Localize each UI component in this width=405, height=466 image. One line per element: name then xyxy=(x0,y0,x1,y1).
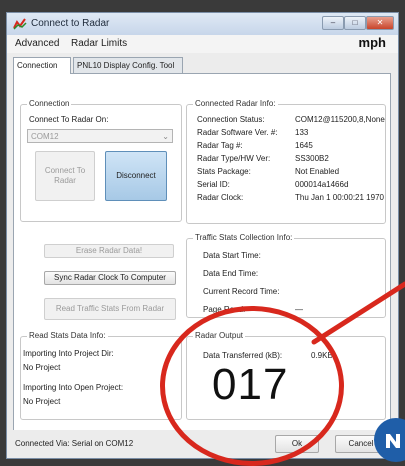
info-value: COM12@115200,8,None xyxy=(295,115,385,124)
menu-advanced[interactable]: Advanced xyxy=(15,38,59,49)
connection-group-label: Connection xyxy=(27,99,72,108)
status-bar: Connected Via: Serial on COM12 Ok Cancel xyxy=(7,430,398,458)
traffic-group-label: Traffic Stats Collection Info: xyxy=(193,233,295,242)
radar-output-label: Radar Output xyxy=(193,331,246,340)
info-label: Radar Tag #: xyxy=(197,141,243,150)
chevron-down-icon: ⌄ xyxy=(162,132,169,141)
tab-pnl10-display-config[interactable]: PNL10 Display Config. Tool xyxy=(73,57,183,73)
traffic-label: Data End Time: xyxy=(203,269,259,278)
maximize-button[interactable]: □ xyxy=(344,16,366,30)
importing-dir-label: Importing Into Project Dir: xyxy=(23,349,114,358)
radar-info-group-label: Connected Radar Info: xyxy=(193,99,278,108)
connect-to-radar-button[interactable]: Connect To Radar xyxy=(35,151,95,201)
connected-via-label: Connected Via: Serial on COM12 xyxy=(15,439,134,448)
title-bar: Connect to Radar – □ ✕ xyxy=(7,13,398,35)
units-label: mph xyxy=(358,35,386,50)
menu-radar-limits[interactable]: Radar Limits xyxy=(71,38,127,49)
port-select-value: COM12 xyxy=(31,132,59,141)
info-value: 133 xyxy=(295,128,309,137)
info-label: Serial ID: xyxy=(197,180,230,189)
info-value: Not Enabled xyxy=(295,167,340,176)
window-title: Connect to Radar xyxy=(31,18,110,29)
connected-radar-info-group: Connected Radar Info: Connection Status:… xyxy=(186,99,386,224)
data-transferred-label: Data Transferred (kB): xyxy=(203,351,283,360)
traffic-stats-group: Traffic Stats Collection Info: Data Star… xyxy=(186,233,386,318)
traffic-label: Current Record Time: xyxy=(203,287,280,296)
ok-button[interactable]: Ok xyxy=(275,435,319,453)
info-value: SS300B2 xyxy=(295,154,329,163)
radar-output-count: 017 xyxy=(212,360,289,409)
traffic-label: Data Start Time: xyxy=(203,251,261,260)
info-label: Radar Type/HW Ver: xyxy=(197,154,271,163)
port-select[interactable]: COM12 ⌄ xyxy=(27,129,173,143)
info-label: Connection Status: xyxy=(197,115,265,124)
tab-connection[interactable]: Connection xyxy=(13,57,71,74)
info-value: 1645 xyxy=(295,141,313,150)
minimize-button[interactable]: – xyxy=(322,16,344,30)
importing-open-value: No Project xyxy=(23,397,61,406)
info-value: Thu Jan 1 00:00:21 1970 xyxy=(295,193,384,202)
read-stats-group-label: Read Stats Data Info: xyxy=(27,331,108,340)
info-label: Radar Clock: xyxy=(197,193,244,202)
info-value: 000014a1466d xyxy=(295,180,349,189)
sync-radar-clock-button[interactable]: Sync Radar Clock To Computer xyxy=(44,271,176,285)
read-stats-data-group: Read Stats Data Info: Importing Into Pro… xyxy=(20,331,182,420)
menu-bar: Advanced Radar Limits xyxy=(7,35,398,53)
connection-tab-panel: Connection Connect To Radar On: COM12 ⌄ … xyxy=(13,73,391,431)
importing-dir-value: No Project xyxy=(23,363,61,372)
traffic-value: — xyxy=(295,305,303,314)
app-icon xyxy=(13,18,27,30)
disconnect-button[interactable]: Disconnect xyxy=(105,151,167,201)
info-label: Radar Software Ver. #: xyxy=(197,128,278,137)
erase-radar-data-button[interactable]: Erase Radar Data! xyxy=(44,244,174,258)
connect-to-radar-label: Connect To Radar On: xyxy=(29,115,109,124)
connection-group: Connection Connect To Radar On: COM12 ⌄ … xyxy=(20,99,182,222)
importing-open-label: Importing Into Open Project: xyxy=(23,383,124,392)
read-traffic-stats-button[interactable]: Read Traffic Stats From Radar xyxy=(44,298,176,320)
info-label: Stats Package: xyxy=(197,167,251,176)
traffic-label: Page Read: xyxy=(203,305,246,314)
corner-badge-icon xyxy=(374,418,405,462)
close-button[interactable]: ✕ xyxy=(366,16,394,30)
connect-to-radar-window: Connect to Radar – □ ✕ Advanced Radar Li… xyxy=(6,12,399,459)
data-transferred-value: 0.9KB xyxy=(311,351,333,360)
